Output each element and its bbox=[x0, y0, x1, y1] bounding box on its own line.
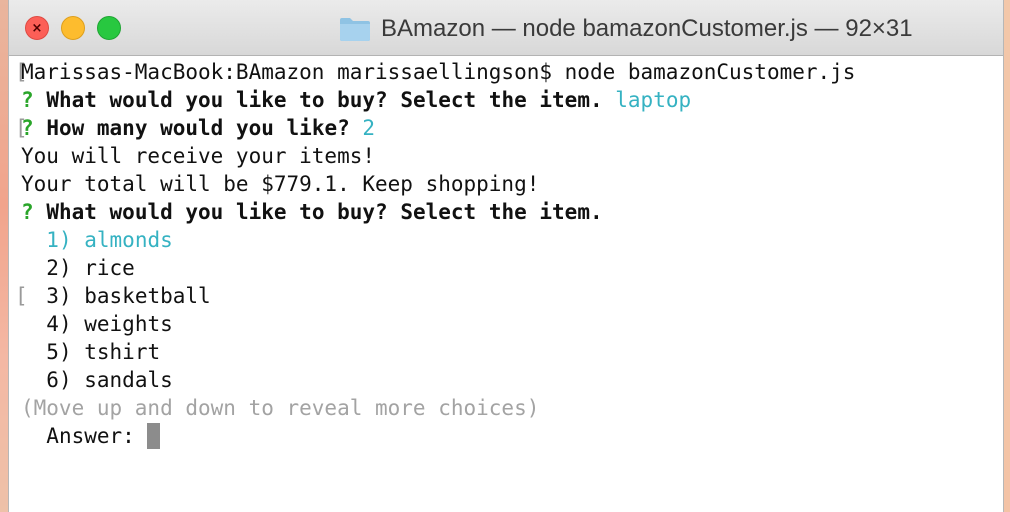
line-mark: [ bbox=[15, 284, 28, 308]
terminal-output[interactable]: [ Marissas-MacBook:BAmazon marissaellings… bbox=[9, 56, 1003, 512]
prompt-question-1: What would you like to buy? Select the i… bbox=[46, 88, 603, 112]
command-text: Marissas-MacBook:BAmazon marissaellingso… bbox=[21, 60, 856, 84]
choice-number: 6) bbox=[46, 368, 72, 392]
choice-item[interactable]: 2) rice bbox=[15, 254, 135, 282]
answer-line[interactable]: Answer: bbox=[15, 422, 161, 450]
prompt-question-3: What would you like to buy? Select the i… bbox=[46, 200, 603, 224]
question-mark-icon: ? bbox=[21, 116, 34, 140]
choice-item[interactable]: 1) almonds bbox=[15, 226, 173, 254]
prompt-answer-2: 2 bbox=[362, 116, 376, 140]
output-line-receive: You will receive your items! bbox=[15, 142, 375, 170]
choice-item[interactable]: 6) sandals bbox=[15, 366, 173, 394]
choice-number: 2) bbox=[46, 256, 72, 280]
choice-number: 1) bbox=[46, 228, 72, 252]
window-title: BAmazon — node bamazonCustomer.js — 92×3… bbox=[381, 15, 913, 42]
choice-item[interactable]: 5) tshirt bbox=[15, 338, 160, 366]
output-line-total: Your total will be $779.1. Keep shopping… bbox=[15, 170, 539, 198]
window-title-group: BAmazon — node bamazonCustomer.js — 92×3… bbox=[339, 12, 913, 46]
hint-line: (Move up and down to reveal more choices… bbox=[15, 394, 539, 422]
close-button[interactable]: × bbox=[25, 16, 49, 40]
choice-label: sandals bbox=[84, 368, 173, 392]
choice-label: almonds bbox=[84, 228, 173, 252]
folder-icon bbox=[340, 18, 370, 41]
prompt-line-2: [? How many would you like? 2 bbox=[15, 114, 375, 142]
minimize-button[interactable] bbox=[61, 16, 85, 40]
question-mark-icon: ? bbox=[21, 88, 34, 112]
question-mark-icon: ? bbox=[21, 200, 34, 224]
desktop-background-right bbox=[1004, 0, 1010, 512]
terminal-window: × BAmazon — node bamazonCustomer.js — 92… bbox=[8, 0, 1004, 512]
prompt-question-2: How many would you like? bbox=[46, 116, 350, 140]
prompt-line-1: ? What would you like to buy? Select the… bbox=[15, 86, 691, 114]
scroll-hint: (Move up and down to reveal more choices… bbox=[21, 396, 540, 420]
output-message-2: Your total will be $779.1. Keep shopping… bbox=[21, 172, 540, 196]
close-icon: × bbox=[31, 20, 43, 36]
choice-item[interactable]: [ 3) basketball bbox=[15, 282, 211, 310]
choice-label: weights bbox=[84, 312, 173, 336]
title-bar[interactable]: × BAmazon — node bamazonCustomer.js — 92… bbox=[9, 0, 1003, 56]
text-cursor[interactable] bbox=[147, 423, 161, 449]
choice-label: basketball bbox=[84, 284, 211, 308]
output-message-1: You will receive your items! bbox=[21, 144, 376, 168]
choice-item[interactable]: 4) weights bbox=[15, 310, 173, 338]
answer-label: Answer: bbox=[46, 424, 135, 448]
zoom-button[interactable] bbox=[97, 16, 121, 40]
choice-number: 4) bbox=[46, 312, 72, 336]
command-line: [Marissas-MacBook:BAmazon marissaellings… bbox=[15, 58, 855, 86]
prompt-line-3: ? What would you like to buy? Select the… bbox=[15, 198, 603, 226]
desktop-background bbox=[0, 0, 8, 512]
choice-number: 5) bbox=[46, 340, 72, 364]
choice-label: tshirt bbox=[84, 340, 161, 364]
choice-number: 3) bbox=[46, 284, 72, 308]
prompt-answer-1: laptop bbox=[615, 88, 692, 112]
choice-label: rice bbox=[84, 256, 135, 280]
